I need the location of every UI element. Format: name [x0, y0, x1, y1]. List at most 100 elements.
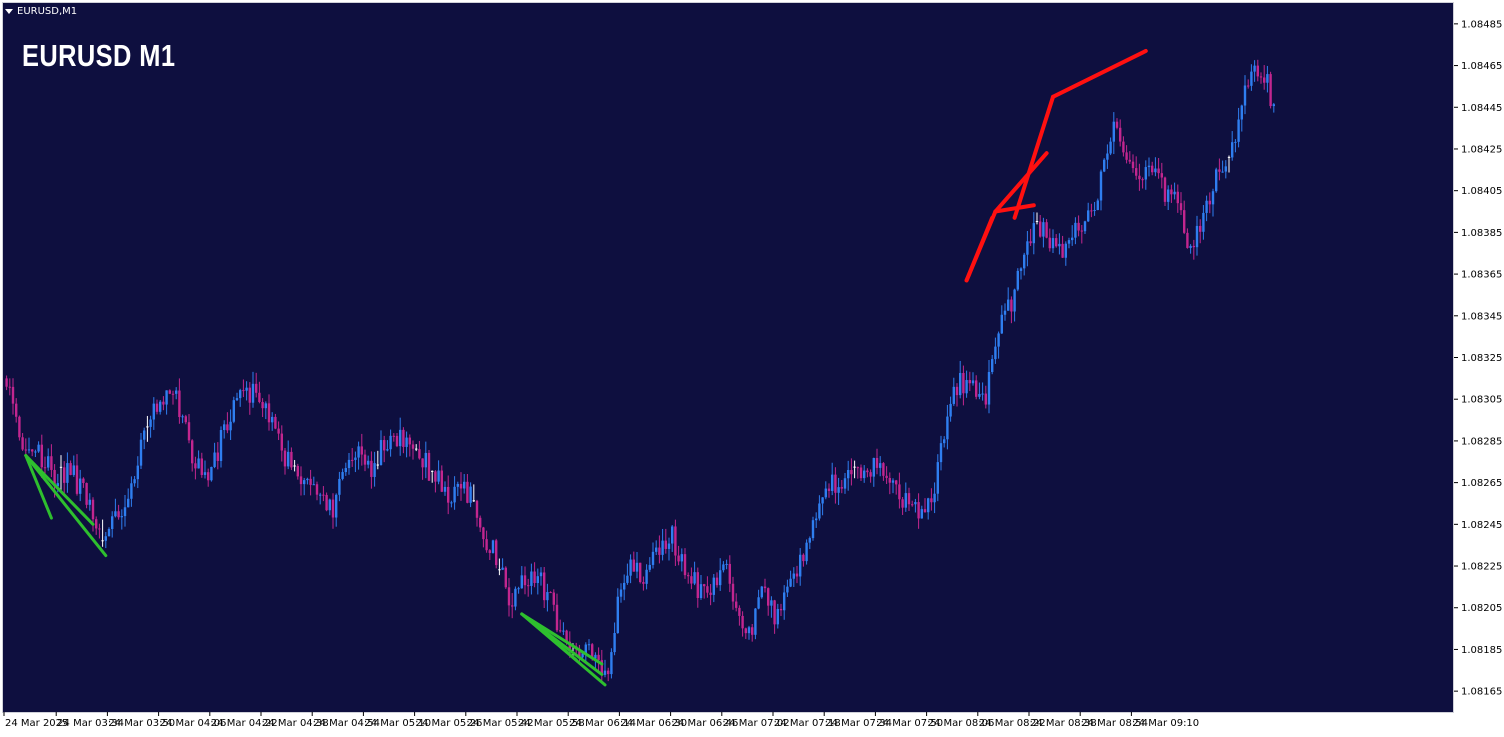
candle: [235, 392, 239, 402]
candle-body: [901, 499, 904, 508]
candle: [1189, 244, 1192, 254]
candle: [738, 605, 741, 626]
candle-body: [123, 507, 127, 517]
candle-body: [1115, 121, 1119, 128]
candle-body: [1109, 141, 1112, 154]
candle-body: [875, 457, 879, 468]
candle: [1106, 144, 1109, 169]
candle: [754, 608, 757, 640]
candle-body: [248, 387, 251, 403]
candle: [949, 396, 952, 422]
candle-body: [626, 575, 629, 583]
candle: [1016, 268, 1019, 292]
candle-body: [194, 463, 197, 469]
candle-body: [456, 483, 459, 487]
candle-body: [603, 670, 607, 675]
candle: [1154, 157, 1157, 177]
candle: [1032, 212, 1035, 255]
candle-body: [95, 519, 98, 529]
candle-body: [341, 472, 344, 479]
y-tick-label: 1.08225: [1461, 562, 1502, 573]
candle: [677, 545, 680, 566]
candle-body: [882, 463, 885, 476]
candle: [363, 449, 367, 472]
candle-body: [184, 416, 187, 423]
candle-body: [31, 449, 34, 452]
candle-body: [258, 392, 261, 402]
candle: [837, 477, 840, 505]
candle: [879, 456, 882, 477]
candle: [731, 576, 735, 610]
candle-body: [827, 488, 831, 491]
candle: [504, 566, 507, 589]
candle: [37, 441, 40, 453]
candle-body: [1160, 173, 1163, 178]
candle: [223, 420, 226, 439]
candle-body: [523, 575, 527, 586]
candle-body: [306, 478, 309, 481]
candle: [95, 516, 98, 535]
candle: [735, 593, 738, 612]
candle-body: [325, 494, 328, 511]
candle-body: [360, 446, 363, 455]
candle: [219, 426, 223, 468]
candle-body: [191, 440, 194, 464]
candle: [475, 499, 479, 527]
candle-body: [443, 486, 447, 492]
candle-body: [517, 588, 520, 590]
candle: [639, 562, 642, 584]
candle-body: [744, 628, 747, 634]
candle: [1179, 192, 1183, 216]
y-tick-label: 1.08425: [1461, 144, 1502, 155]
candle: [159, 400, 162, 415]
candle-body: [264, 403, 267, 409]
candle: [415, 444, 418, 452]
candle: [1035, 212, 1039, 225]
candle-body: [111, 516, 114, 529]
candle: [847, 460, 850, 491]
candle: [690, 567, 693, 590]
candle: [495, 538, 498, 569]
candle-body: [994, 346, 997, 360]
candle-body: [178, 390, 181, 418]
annotation-layer: [24, 48, 1148, 687]
candle-body: [104, 536, 107, 541]
candle-body: [664, 540, 667, 549]
candle: [1087, 202, 1090, 223]
candle-body: [680, 554, 683, 562]
candle: [335, 493, 338, 527]
candle-body: [482, 527, 485, 540]
candle-body: [312, 484, 315, 486]
candle-body: [1087, 210, 1090, 222]
candle: [834, 467, 837, 504]
candle: [802, 553, 805, 567]
candle: [866, 468, 869, 478]
red-swing-line: [1051, 48, 1148, 99]
y-tick-label: 1.08165: [1461, 687, 1502, 698]
candle-body: [949, 403, 952, 417]
candle-body: [607, 670, 610, 675]
candle-body: [1099, 171, 1103, 201]
candle: [479, 515, 482, 532]
candle: [962, 365, 965, 406]
candle-body: [888, 477, 891, 483]
candle-body: [447, 486, 450, 503]
candle: [1096, 198, 1099, 211]
candle-body: [1269, 74, 1272, 107]
candle-body: [245, 387, 248, 391]
candle-body: [479, 517, 482, 528]
candle: [763, 578, 767, 593]
candle: [757, 589, 760, 610]
candle: [421, 458, 424, 480]
candle-body: [149, 419, 152, 427]
candle: [520, 566, 523, 589]
candle-body: [24, 449, 27, 451]
candle: [239, 388, 242, 407]
candle: [1218, 158, 1221, 181]
candle: [779, 603, 783, 616]
candle-body: [552, 592, 555, 605]
candle-body: [280, 433, 283, 451]
candle: [1048, 228, 1051, 252]
candle-body: [1173, 191, 1176, 195]
candle: [114, 498, 117, 518]
